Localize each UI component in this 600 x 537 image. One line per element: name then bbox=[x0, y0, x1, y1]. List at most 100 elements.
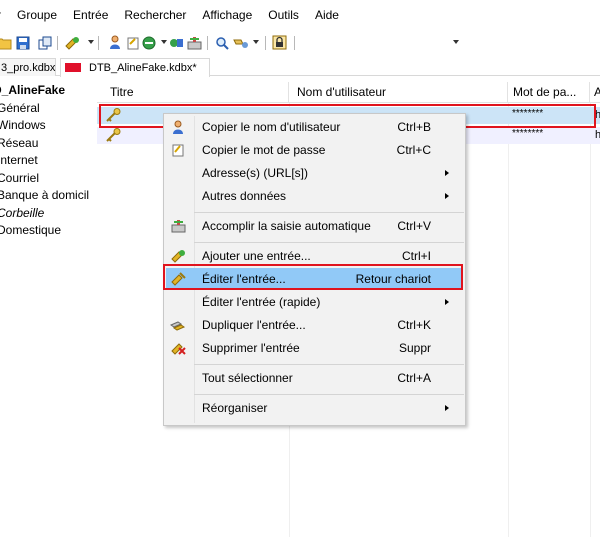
add-entry-dropdown-icon[interactable] bbox=[88, 40, 94, 44]
menu-item-urls[interactable]: Adresse(s) (URL[s]) bbox=[166, 162, 463, 184]
menu-item-copy-username[interactable]: Copier le nom d'utilisateur Ctrl+B bbox=[166, 116, 463, 138]
lock-icon[interactable] bbox=[271, 34, 288, 51]
menu-bar: r Groupe Entrée Rechercher Affichage Out… bbox=[0, 0, 600, 30]
menu-item-shortcut: Ctrl+I bbox=[401, 249, 431, 263]
toolbar-separator bbox=[57, 36, 58, 50]
menu-item-other-data[interactable]: Autres données bbox=[166, 185, 463, 207]
tree-group-general[interactable]: Général bbox=[0, 100, 96, 118]
menu-separator bbox=[194, 242, 464, 243]
add-entry-icon bbox=[169, 247, 187, 265]
tab-label: DTB_AlineFake.kdbx* bbox=[89, 62, 197, 74]
entry-list-header: Titre Nom d'utilisateur Mot de pa... A bbox=[97, 82, 600, 103]
column-divider bbox=[508, 103, 509, 537]
tree-root-group[interactable]: D_AlineFake bbox=[0, 82, 96, 100]
menu-item-label: Copier le nom d'utilisateur bbox=[202, 120, 341, 134]
menu-item-label: Ajouter une entrée... bbox=[202, 249, 311, 263]
menu-item-label: Adresse(s) (URL[s]) bbox=[202, 166, 309, 180]
entry-password: ******** bbox=[512, 108, 544, 119]
duplicate-entry-icon bbox=[169, 316, 187, 334]
sync-icon[interactable] bbox=[36, 34, 53, 51]
menu-item-shortcut: Ctrl+V bbox=[397, 219, 431, 233]
menu-aide[interactable]: Aide bbox=[307, 4, 347, 26]
edit-entry-icon bbox=[169, 270, 187, 288]
menu-separator bbox=[194, 364, 464, 365]
open-url-icon[interactable] bbox=[141, 34, 158, 51]
submenu-arrow-icon bbox=[445, 170, 449, 176]
menu-fichier[interactable]: r bbox=[0, 4, 9, 26]
menu-item-label: Éditer l'entrée (rapide) bbox=[202, 295, 321, 309]
column-divider bbox=[590, 103, 591, 537]
menu-groupe[interactable]: Groupe bbox=[9, 4, 65, 26]
menu-entree[interactable]: Entrée bbox=[65, 4, 116, 26]
auto-type-icon bbox=[169, 217, 187, 235]
menu-item-shortcut: Suppr bbox=[398, 341, 431, 355]
entry-extra: h bbox=[595, 129, 600, 141]
menu-separator bbox=[194, 394, 464, 395]
delete-entry-icon bbox=[169, 339, 187, 357]
menu-item-delete-entry[interactable]: Supprimer l'entrée Suppr bbox=[166, 337, 463, 359]
database-tabs: 3_pro.kdbx DTB_AlineFake.kdbx* bbox=[0, 56, 600, 77]
submenu-arrow-icon bbox=[445, 299, 449, 305]
menu-item-label: Copier le mot de passe bbox=[202, 143, 326, 157]
column-header-username[interactable]: Nom d'utilisateur bbox=[289, 82, 508, 103]
key-copy-icon[interactable] bbox=[124, 34, 141, 51]
menu-affichage[interactable]: Affichage bbox=[194, 4, 260, 26]
menu-item-shortcut: Ctrl+B bbox=[397, 120, 431, 134]
tree-group-internet[interactable]: Internet bbox=[0, 152, 96, 170]
tree-group-reseau[interactable]: Réseau bbox=[0, 135, 96, 153]
tab-label: 3_pro.kdbx bbox=[1, 62, 56, 74]
submenu-arrow-icon bbox=[445, 193, 449, 199]
entry-key-icon bbox=[105, 128, 121, 145]
column-header-titre[interactable]: Titre bbox=[97, 82, 289, 103]
submenu-arrow-icon bbox=[445, 405, 449, 411]
tab-database-alinefake[interactable]: DTB_AlineFake.kdbx* bbox=[60, 58, 210, 77]
find-options-icon[interactable] bbox=[232, 34, 249, 51]
key-copy-icon bbox=[169, 141, 187, 159]
group-tree: D_AlineFake Général Windows Réseau Inter… bbox=[0, 82, 96, 537]
toolbar-separator bbox=[265, 36, 266, 50]
tree-group-banque[interactable]: Banque à domicil bbox=[0, 187, 96, 205]
menu-item-duplicate-entry[interactable]: Dupliquer l'entrée... Ctrl+K bbox=[166, 314, 463, 336]
menu-item-edit-entry[interactable]: Éditer l'entrée... Retour chariot bbox=[166, 268, 463, 290]
quick-search-dropdown-icon[interactable] bbox=[453, 40, 459, 44]
open-url-dropdown-icon[interactable] bbox=[161, 40, 167, 44]
add-entry-icon[interactable] bbox=[63, 34, 80, 51]
user-copy-icon[interactable] bbox=[106, 34, 123, 51]
entry-key-icon bbox=[105, 108, 121, 125]
tree-group-courriel[interactable]: Courriel bbox=[0, 170, 96, 188]
column-header-password[interactable]: Mot de pa... bbox=[508, 82, 590, 103]
tab-database-pro[interactable]: 3_pro.kdbx bbox=[0, 58, 56, 76]
find-icon[interactable] bbox=[213, 34, 230, 51]
menu-item-reorganize[interactable]: Réorganiser bbox=[166, 397, 463, 419]
menu-item-auto-type[interactable]: Accomplir la saisie automatique Ctrl+V bbox=[166, 215, 463, 237]
tree-group-domestique[interactable]: Domestique bbox=[0, 222, 96, 240]
toolbar-separator bbox=[207, 36, 208, 50]
open-folder-icon[interactable] bbox=[0, 34, 12, 51]
toolbar-separator bbox=[98, 36, 99, 50]
column-header-more[interactable]: A bbox=[590, 82, 600, 103]
menu-item-label: Éditer l'entrée... bbox=[202, 272, 286, 286]
menu-item-edit-entry-quick[interactable]: Éditer l'entrée (rapide) bbox=[166, 291, 463, 313]
user-copy-icon bbox=[169, 118, 187, 136]
find-dropdown-icon[interactable] bbox=[253, 40, 259, 44]
menu-item-add-entry[interactable]: Ajouter une entrée... Ctrl+I bbox=[166, 245, 463, 267]
menu-item-shortcut: Ctrl+C bbox=[396, 143, 431, 157]
menu-item-copy-password[interactable]: Copier le mot de passe Ctrl+C bbox=[166, 139, 463, 161]
database-color-flag-icon bbox=[65, 63, 81, 72]
menu-separator bbox=[194, 212, 464, 213]
menu-item-label: Dupliquer l'entrée... bbox=[202, 318, 306, 332]
menu-item-shortcut: Ctrl+K bbox=[397, 318, 431, 332]
save-icon[interactable] bbox=[14, 34, 31, 51]
entry-context-menu: Copier le nom d'utilisateur Ctrl+B Copie… bbox=[163, 113, 466, 426]
menu-item-label: Tout sélectionner bbox=[202, 371, 293, 385]
menu-item-select-all[interactable]: Tout sélectionner Ctrl+A bbox=[166, 367, 463, 389]
entry-extra: h bbox=[595, 109, 600, 121]
toolbar-separator bbox=[294, 36, 295, 50]
menu-item-shortcut: Ctrl+A bbox=[397, 371, 431, 385]
auto-type-icon[interactable] bbox=[186, 34, 203, 51]
copy-url-icon[interactable] bbox=[168, 34, 185, 51]
tree-group-corbeille[interactable]: Corbeille bbox=[0, 205, 96, 223]
menu-outils[interactable]: Outils bbox=[260, 4, 307, 26]
tree-group-windows[interactable]: Windows bbox=[0, 117, 96, 135]
menu-rechercher[interactable]: Rechercher bbox=[116, 4, 194, 26]
